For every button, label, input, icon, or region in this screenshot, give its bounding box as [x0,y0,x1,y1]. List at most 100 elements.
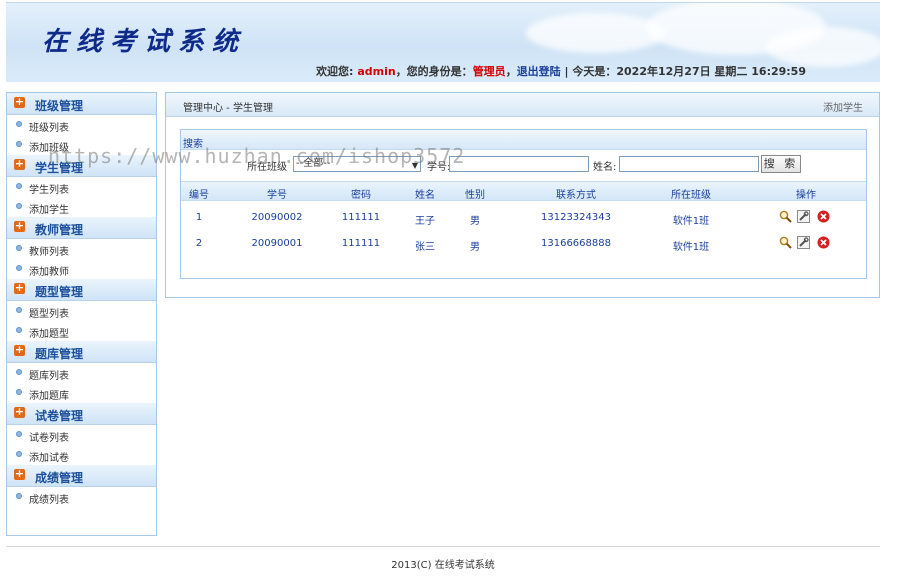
breadcrumb: 管理中心 - 学生管理 [183,103,273,114]
role-prefix: ，您的身份是： [395,65,473,78]
column-header: 编号 [189,190,209,201]
bullet-icon [16,327,22,333]
bullet-icon [16,183,22,189]
expand-plus-icon: + [14,157,25,170]
table-cell: 男 [470,216,480,227]
add-student-link[interactable]: 添加学生 [823,99,863,114]
bullet-icon [16,389,22,395]
date-prefix: | 今天是： [560,65,617,78]
sidebar-item-student-add[interactable]: 添加学生 [7,197,156,217]
header-banner: 在线考试系统 欢迎您: admin，您的身份是：管理员，退出登陆 | 今天是：2… [6,2,880,82]
bullet-icon [16,369,22,375]
magnifier-view-icon[interactable] [779,236,792,249]
sidebar-group-title: 题库管理 [35,347,84,361]
table-cell: 软件1班 [672,242,710,253]
sidebar-item-label: 添加教师 [29,267,69,278]
bullet-icon [16,245,22,251]
main-content: 管理中心 - 学生管理 添加学生 搜索 所在班级 --全部-- ▼ 学号: 姓名… [165,92,880,298]
expand-plus-icon: + [14,281,25,294]
bullet-icon [16,451,22,457]
footer: 2013(C) 在线考试系统 [391,560,495,571]
sidebar-item-teacher-add[interactable]: 添加教师 [7,259,156,279]
table-cell: 20090002 [251,212,303,223]
bullet-icon [16,121,22,127]
sidebar-item-question-type-add[interactable]: 添加题型 [7,321,156,341]
search-button[interactable]: 搜 索 [761,155,801,173]
sidebar-item-label: 题型列表 [29,309,69,320]
footer-divider [6,546,880,547]
row-actions [779,210,839,226]
username: admin [357,65,396,78]
sidebar-group-score[interactable]: + 成绩管理 [7,465,156,487]
sidebar-group-question-type[interactable]: + 题型管理 [7,279,156,301]
table-cell: 111111 [341,212,381,223]
bullet-icon [16,307,22,313]
expand-plus-icon: + [14,405,25,418]
sidebar-item-label: 题库列表 [29,371,69,382]
sidebar-item-label: 添加题型 [29,329,69,340]
table-cell: 111111 [341,238,381,249]
user-bar: 欢迎您: admin，您的身份是：管理员，退出登陆 | 今天是：2022年12月… [316,65,806,78]
sidebar-item-paper-add[interactable]: 添加试卷 [7,445,156,465]
sidebar-item-label: 成绩列表 [29,495,69,506]
sidebar-item-label: 添加试卷 [29,453,69,464]
column-header: 密码 [351,190,371,201]
sidebar-item-paper-list[interactable]: 试卷列表 [7,425,156,445]
table-cell: 王子 [415,216,435,227]
expand-plus-icon: + [14,95,25,108]
sidebar-item-score-list[interactable]: 成绩列表 [7,487,156,507]
bullet-icon [16,141,22,147]
delete-x-icon[interactable] [817,236,830,249]
sidebar-group-teacher[interactable]: + 教师管理 [7,217,156,239]
table-cell: 男 [470,242,480,253]
welcome-text: 欢迎您: [316,65,354,78]
table-cell: 13123324343 [541,212,611,223]
sidebar-item-class-list[interactable]: 班级列表 [7,115,156,135]
number-input[interactable] [449,156,589,172]
sidebar-group-title: 成绩管理 [35,471,84,485]
sidebar-group-title: 题型管理 [35,285,84,299]
magnifier-view-icon[interactable] [779,210,792,223]
row-actions [779,236,839,252]
site-title: 在线考试系统 [42,27,247,57]
sidebar-group-class[interactable]: + 班级管理 [7,93,156,115]
sidebar-item-label: 添加学生 [29,205,69,216]
wrench-edit-icon[interactable] [797,236,810,249]
sidebar-item-teacher-list[interactable]: 教师列表 [7,239,156,259]
table-cell: 13166668888 [541,238,611,249]
sidebar-group-question-bank[interactable]: + 题库管理 [7,341,156,363]
table-cell: 1 [195,212,203,223]
current-date: 2022年12月27日 星期二 16:29:59 [616,65,806,78]
sidebar-group-paper[interactable]: + 试卷管理 [7,403,156,425]
table-cell: 20090001 [251,238,303,249]
bullet-icon [16,203,22,209]
column-header: 学号 [267,190,287,201]
expand-plus-icon: + [14,219,25,232]
sidebar-item-label: 添加题库 [29,391,69,402]
column-header: 联系方式 [556,190,596,201]
table-row: 2 20090001 111111 张三 男 13166668888 软件1班 [181,232,866,258]
column-header: 姓名 [415,190,435,201]
logout-link[interactable]: 退出登陆 [517,65,561,78]
sidebar-item-label: 教师列表 [29,247,69,258]
bullet-icon [16,265,22,271]
sidebar-item-question-bank-add[interactable]: 添加题库 [7,383,156,403]
expand-plus-icon: + [14,467,25,480]
delete-x-icon[interactable] [817,210,830,223]
table-row: 1 20090002 111111 王子 男 13123324343 软件1班 [181,206,866,232]
sidebar-item-question-bank-list[interactable]: 题库列表 [7,363,156,383]
sidebar-item-question-type-list[interactable]: 题型列表 [7,301,156,321]
column-header: 所在班级 [671,190,711,201]
column-header: 操作 [796,190,816,201]
table-cell: 2 [195,238,203,249]
sidebar-group-title: 试卷管理 [35,409,84,423]
sidebar-group-title: 教师管理 [35,223,84,237]
name-label: 姓名: [593,162,617,173]
name-input[interactable] [619,156,759,172]
sidebar-item-label: 班级列表 [29,123,69,134]
table-header: 编号 学号 密码 姓名 性别 联系方式 所在班级 操作 [181,181,866,201]
sidebar-item-label: 试卷列表 [29,433,69,444]
sidebar-item-student-list[interactable]: 学生列表 [7,177,156,197]
main-header: 管理中心 - 学生管理 添加学生 [166,93,879,117]
wrench-edit-icon[interactable] [797,210,810,223]
